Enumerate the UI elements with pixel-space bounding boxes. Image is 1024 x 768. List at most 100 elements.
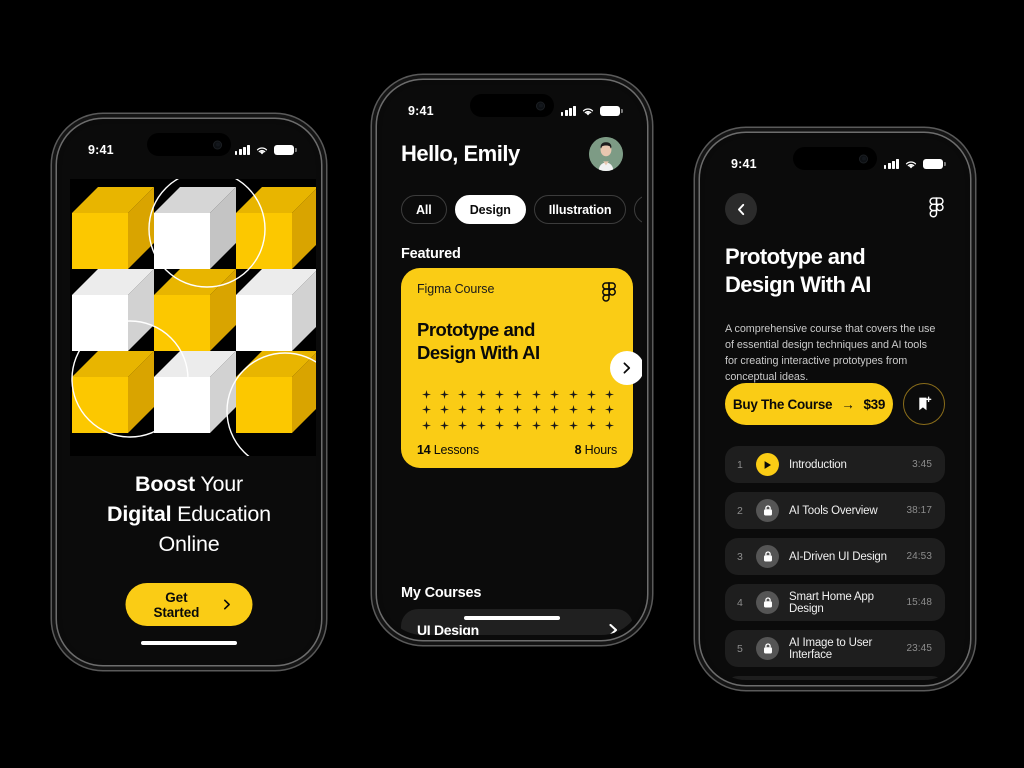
status-time: 9:41 (88, 143, 114, 157)
figma-icon (929, 196, 944, 217)
phone1-screen: 9:41 Boost Your Digital Education Online… (62, 124, 316, 660)
get-started-button[interactable]: Get Started (125, 583, 253, 626)
tab-3d-render[interactable]: 3D Render (634, 195, 642, 224)
arrow-right-icon[interactable] (603, 624, 617, 635)
home-indicator[interactable] (464, 616, 560, 620)
home-indicator[interactable] (141, 641, 237, 645)
lesson-row[interactable]: 6Buttons and Effects8:33 (725, 676, 945, 680)
greeting-row: Hello, Emily (401, 137, 623, 171)
arrow-right-glyph: → (841, 396, 855, 412)
lock-icon[interactable] (756, 591, 779, 614)
dynamic-island (147, 133, 231, 156)
lesson-duration: 23:45 (906, 643, 932, 654)
status-time: 9:41 (731, 157, 757, 171)
course-description: A comprehensive course that covers the u… (725, 323, 936, 383)
enrolled-course-title: UI Design (417, 622, 479, 635)
buy-label: Buy The Course (732, 396, 833, 412)
lessons-label: Lessons (430, 443, 479, 457)
headline-education: Education (171, 502, 271, 526)
lesson-number: 1 (737, 458, 743, 471)
dynamic-island (793, 147, 877, 170)
lesson-number: 2 (737, 504, 743, 517)
play-icon[interactable] (756, 453, 779, 476)
lesson-title: Smart Home App Design (789, 590, 874, 615)
course-next-button[interactable] (610, 351, 642, 385)
sparkle-pattern (417, 387, 619, 433)
course-progress-card[interactable]: UI Design 12/18 66% (401, 609, 633, 635)
avatar-illustration (589, 137, 623, 171)
buy-course-button[interactable]: Buy The Course → $39 (725, 383, 893, 425)
battery-icon (923, 158, 946, 170)
detail-title-line1: Prototype and (725, 244, 866, 269)
lesson-duration: 15:48 (906, 597, 932, 608)
back-button[interactable] (725, 193, 757, 225)
lesson-duration: 24:53 (906, 551, 932, 562)
front-camera-icon (536, 101, 545, 110)
category-tabs[interactable]: All Design Illustration 3D Render (401, 195, 642, 224)
lesson-title: AI Image to User Interface (789, 636, 873, 661)
course-kicker: Figma Course (417, 282, 495, 296)
phone2-screen: 9:41 Hello, Emily All Design Illustratio… (382, 85, 642, 635)
phone-mockup-home: 9:41 Hello, Emily All Design Illustratio… (377, 80, 647, 640)
tab-all[interactable]: All (401, 195, 447, 224)
battery-icon (600, 105, 623, 117)
wifi-icon (905, 160, 917, 168)
course-meta: 14 Lessons 8 Hours (417, 443, 617, 457)
lesson-duration: 3:45 (912, 459, 932, 470)
phone-mockup-onboarding: 9:41 Boost Your Digital Education Online… (57, 119, 321, 665)
course-price: $39 (863, 396, 886, 412)
headline-word-digital: Digital (107, 502, 172, 526)
detail-title: Prototype and Design With AI (725, 243, 943, 299)
lesson-title: Introduction (789, 458, 847, 471)
course-title-line1: Prototype and (417, 319, 535, 340)
dynamic-island (470, 94, 554, 117)
cellular-signal-icon (883, 159, 899, 169)
bookmark-add-icon (918, 396, 931, 410)
lesson-number: 3 (737, 550, 743, 563)
tab-illustration[interactable]: Illustration (533, 195, 627, 224)
get-started-label: Get Started (153, 589, 200, 620)
card-notch-top (619, 312, 633, 332)
my-courses-heading: My Courses (401, 585, 482, 601)
featured-course-card[interactable]: Figma Course Prototype and Design With A… (401, 268, 642, 468)
canvas: 9:41 Boost Your Digital Education Online… (0, 0, 1024, 768)
chevron-right-icon (623, 362, 631, 374)
front-camera-icon (859, 154, 868, 163)
avatar[interactable] (589, 137, 623, 171)
cellular-signal-icon (234, 145, 250, 155)
lesson-row[interactable]: 1 Introduction 3:45 (725, 446, 945, 483)
bookmark-button[interactable] (903, 383, 945, 425)
isometric-cube-pattern (70, 179, 316, 456)
lesson-number: 5 (737, 642, 743, 655)
lock-icon[interactable] (756, 545, 779, 568)
lessons-count: 14 (417, 443, 431, 457)
onboarding-headline: Boost Your Digital Education Online (62, 469, 316, 559)
headline-your: Your (194, 472, 243, 496)
wifi-icon (582, 107, 594, 115)
chevron-right-icon (223, 599, 230, 610)
lesson-duration: 38:17 (906, 505, 932, 516)
headline-word-boost: Boost (135, 472, 195, 496)
figma-icon (602, 282, 616, 302)
tab-design[interactable]: Design (454, 195, 526, 224)
lesson-title: AI Tools Overview (789, 504, 878, 517)
detail-title-line2: Design With AI (725, 272, 871, 297)
lesson-number: 4 (737, 596, 743, 609)
lock-icon[interactable] (756, 637, 779, 660)
lesson-list[interactable]: 1 Introduction 3:45 2 AI Tools Overview 38:17… (725, 446, 945, 680)
chevron-left-icon (737, 203, 745, 215)
lesson-title: AI-Driven UI Design (789, 550, 887, 563)
purchase-row: Buy The Course → $39 (725, 383, 945, 425)
lesson-row[interactable]: 3 AI-Driven UI Design 24:53 (725, 538, 945, 575)
lesson-row[interactable]: 5 AI Image to User Interface 23:45 (725, 630, 945, 667)
greeting-title: Hello, Emily (401, 141, 520, 166)
phone3-screen: 9:41 Prototype and Design With AI A comp… (705, 138, 965, 680)
headline-online: Online (158, 532, 220, 556)
front-camera-icon (213, 140, 222, 149)
lesson-row[interactable]: 2 AI Tools Overview 38:17 (725, 492, 945, 529)
featured-heading: Featured (401, 246, 461, 262)
lock-icon[interactable] (756, 499, 779, 522)
lesson-row[interactable]: 4 Smart Home App Design 15:48 (725, 584, 945, 621)
phone-mockup-course-detail: 9:41 Prototype and Design With AI A comp… (700, 133, 970, 685)
detail-topbar (725, 193, 945, 225)
